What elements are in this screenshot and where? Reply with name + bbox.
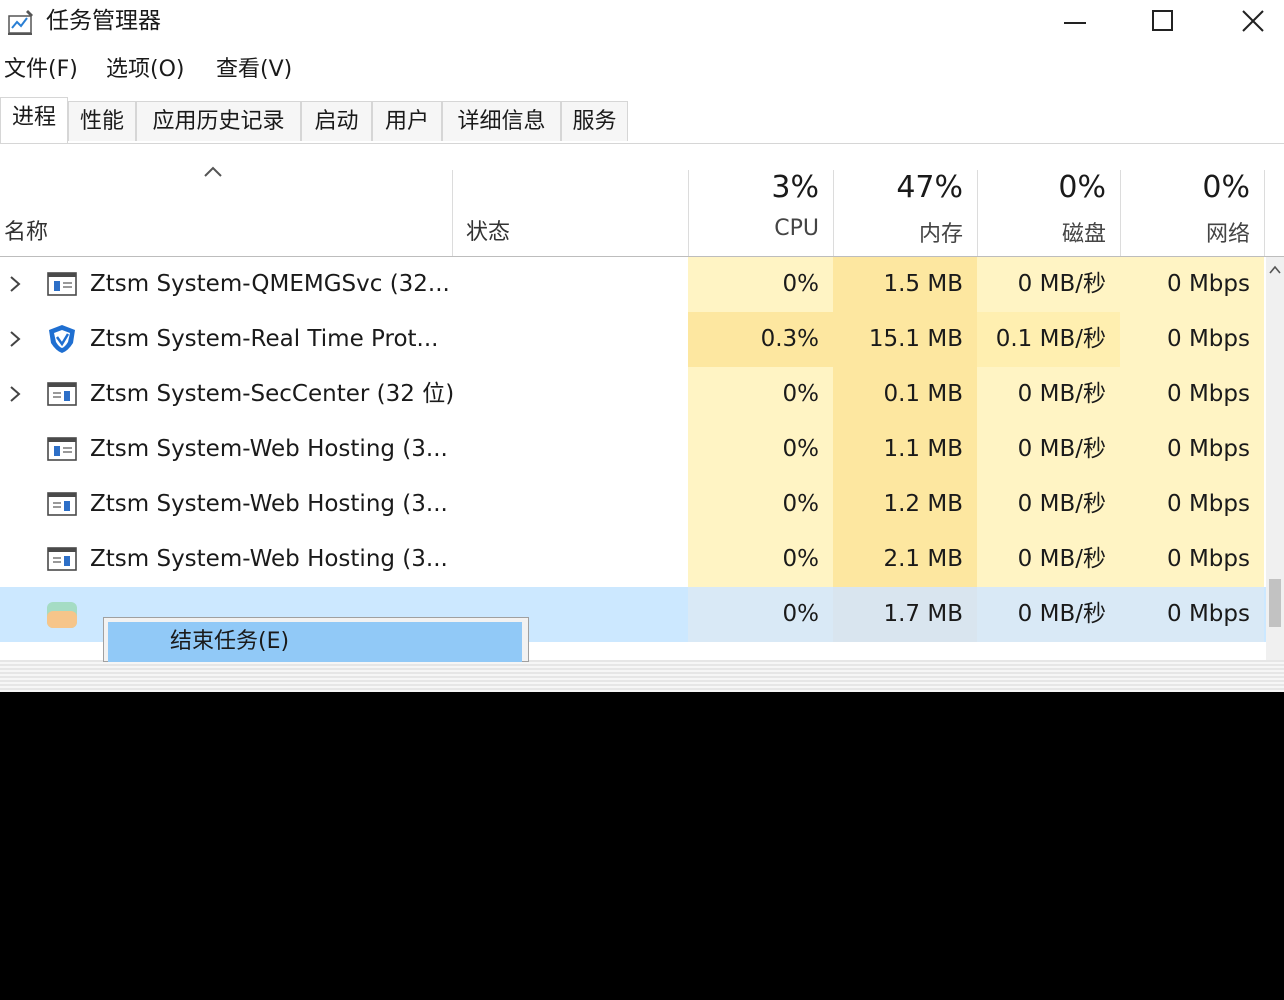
disk-value: 0 MB/秒 xyxy=(977,477,1120,532)
close-icon xyxy=(1242,10,1264,32)
cpu-value: 0.3% xyxy=(688,312,833,367)
process-name: Ztsm System-QMEMGSvc (32... xyxy=(90,271,450,297)
disk-value: 0 MB/秒 xyxy=(977,367,1120,422)
cpu-value: 0% xyxy=(688,532,833,587)
cpu-total-percent: 3% xyxy=(771,170,819,205)
process-name: Ztsm System-SecCenter (32 位) xyxy=(90,381,455,407)
memory-label: 内存 xyxy=(918,222,963,247)
menu-options[interactable]: 选项(O) xyxy=(106,54,184,86)
tab-users[interactable]: 用户 xyxy=(372,101,442,141)
chevron-right-icon[interactable] xyxy=(6,271,24,297)
process-name: Ztsm System-Web Hosting (3... xyxy=(90,436,448,462)
window-app-icon xyxy=(47,382,77,406)
column-name[interactable]: 名称 xyxy=(4,214,48,246)
colorful-app-icon xyxy=(47,602,77,628)
memory-value: 1.7 MB xyxy=(833,587,977,642)
process-list: Ztsm System-QMEMGSvc (32... 0% 1.5 MB 0 … xyxy=(0,257,1266,657)
disk-value: 0 MB/秒 xyxy=(977,422,1120,477)
disk-label: 磁盘 xyxy=(1061,222,1106,247)
shield-icon xyxy=(49,325,75,353)
disk-value: 0.1 MB/秒 xyxy=(977,312,1120,367)
network-value: 0 Mbps xyxy=(1120,422,1264,477)
disk-value: 0 MB/秒 xyxy=(977,587,1120,642)
network-value: 0 Mbps xyxy=(1120,257,1264,312)
network-value: 0 Mbps xyxy=(1120,532,1264,587)
menu-view[interactable]: 查看(V) xyxy=(216,54,292,86)
tab-startup[interactable]: 启动 xyxy=(301,101,372,141)
scrollbar-thumb[interactable] xyxy=(1269,579,1281,627)
process-name: Ztsm System-Real Time Prot... xyxy=(90,326,439,352)
chevron-right-icon[interactable] xyxy=(6,326,24,352)
close-button[interactable] xyxy=(1208,0,1284,42)
tab-performance[interactable]: 性能 xyxy=(68,101,136,141)
network-value: 0 Mbps xyxy=(1120,477,1264,532)
end-task-menu-item[interactable]: 结束任务(E) xyxy=(108,622,522,662)
task-manager-icon xyxy=(8,10,33,35)
column-disk[interactable]: 0% 磁盘 xyxy=(977,170,1120,256)
table-row[interactable]: Ztsm System-QMEMGSvc (32... 0% 1.5 MB 0 … xyxy=(0,257,1266,312)
network-value: 0 Mbps xyxy=(1120,312,1264,367)
task-manager-window: 任务管理器 文件(F) 选项(O) 查看(V) 进程 性能 应用历史记录 启动 … xyxy=(0,0,1284,692)
table-row[interactable]: Ztsm System-SecCenter (32 位) 0% 0.1 MB 0… xyxy=(0,367,1266,422)
network-label: 网络 xyxy=(1205,222,1250,247)
network-value: 0 Mbps xyxy=(1120,587,1264,642)
column-cpu[interactable]: 3% CPU xyxy=(688,170,833,256)
window-bottom-strip xyxy=(0,660,1284,692)
window-title: 任务管理器 xyxy=(46,8,161,34)
window-app-icon xyxy=(47,547,77,571)
title-bar: 任务管理器 xyxy=(0,0,1284,44)
chevron-right-icon[interactable] xyxy=(6,381,24,407)
tab-services[interactable]: 服务 xyxy=(561,101,628,141)
memory-value: 0.1 MB xyxy=(833,367,977,422)
cpu-value: 0% xyxy=(688,257,833,312)
process-name: Ztsm System-Web Hosting (3... xyxy=(90,491,448,517)
sort-ascending-icon[interactable] xyxy=(203,166,223,178)
disk-value: 0 MB/秒 xyxy=(977,532,1120,587)
column-network[interactable]: 0% 网络 xyxy=(1120,170,1265,256)
process-name: Ztsm System-Web Hosting (3... xyxy=(90,546,448,572)
disk-value: 0 MB/秒 xyxy=(977,257,1120,312)
window-app-icon xyxy=(47,492,77,516)
maximize-button[interactable] xyxy=(1118,0,1208,42)
column-memory[interactable]: 47% 内存 xyxy=(833,170,977,256)
column-status[interactable]: 状态 xyxy=(466,214,510,246)
network-total-percent: 0% xyxy=(1202,170,1250,205)
maximize-icon xyxy=(1152,10,1173,31)
table-row[interactable]: Ztsm System-Web Hosting (3... 0% 2.1 MB … xyxy=(0,532,1266,587)
vertical-scrollbar[interactable] xyxy=(1266,257,1284,660)
window-app-icon xyxy=(47,272,77,296)
column-header: 名称 状态 3% CPU 47% 内存 0% 磁盘 0% 网络 xyxy=(0,144,1284,257)
memory-value: 15.1 MB xyxy=(833,312,977,367)
cpu-value: 0% xyxy=(688,587,833,642)
tab-processes[interactable]: 进程 xyxy=(0,97,68,143)
table-row[interactable]: Ztsm System-Real Time Prot... 0.3% 15.1 … xyxy=(0,312,1266,367)
window-app-icon xyxy=(47,437,77,461)
cpu-label: CPU xyxy=(774,216,819,241)
disk-total-percent: 0% xyxy=(1058,170,1106,205)
tab-app-history[interactable]: 应用历史记录 xyxy=(136,101,301,141)
scroll-up-icon[interactable] xyxy=(1269,265,1281,275)
menu-file[interactable]: 文件(F) xyxy=(4,54,78,86)
tab-details[interactable]: 详细信息 xyxy=(442,101,561,141)
minimize-button[interactable] xyxy=(1030,0,1120,42)
cpu-value: 0% xyxy=(688,367,833,422)
memory-value: 1.2 MB xyxy=(833,477,977,532)
cpu-value: 0% xyxy=(688,477,833,532)
minimize-icon xyxy=(1064,22,1086,24)
table-row[interactable]: Ztsm System-Web Hosting (3... 0% 1.1 MB … xyxy=(0,422,1266,477)
memory-value: 1.5 MB xyxy=(833,257,977,312)
table-row[interactable]: Ztsm System-Web Hosting (3... 0% 1.2 MB … xyxy=(0,477,1266,532)
memory-total-percent: 47% xyxy=(896,170,963,205)
tab-bar: 进程 性能 应用历史记录 启动 用户 详细信息 服务 xyxy=(0,97,1284,144)
cpu-value: 0% xyxy=(688,422,833,477)
memory-value: 2.1 MB xyxy=(833,532,977,587)
context-menu: 结束任务(E) xyxy=(103,617,529,662)
network-value: 0 Mbps xyxy=(1120,367,1264,422)
memory-value: 1.1 MB xyxy=(833,422,977,477)
